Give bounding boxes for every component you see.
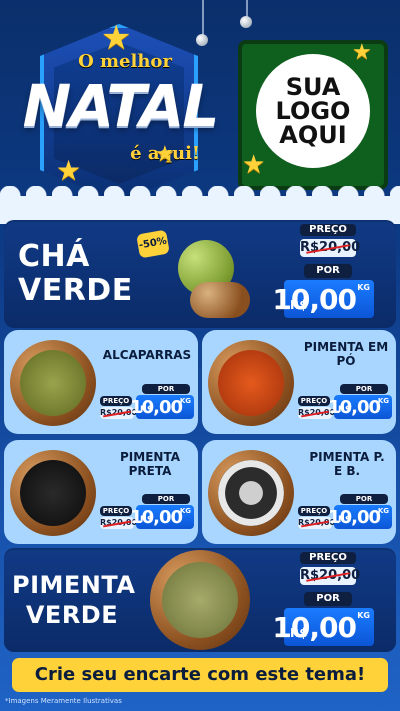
- star-icon: ★: [242, 150, 266, 180]
- pimenta-po-bowl: [208, 340, 294, 426]
- new-price: 10,00: [328, 507, 381, 528]
- new-price-box: R$ 10,00 KG: [272, 280, 374, 318]
- star-icon: ★: [155, 142, 175, 167]
- unit: KG: [179, 397, 191, 405]
- pimenta-po-fill: [218, 350, 284, 416]
- new-price-box: R$ 10,00 KG: [130, 395, 194, 419]
- ornament-icon: [196, 34, 208, 46]
- old-price: R$20,00: [100, 517, 137, 529]
- pimenta-pb-fill: [218, 460, 284, 526]
- pimenta-preta-title-line-2: PRETA: [128, 464, 172, 478]
- por-label: POR: [142, 494, 190, 504]
- pimenta-preta-title: PIMENTA PRETA: [104, 450, 196, 478]
- por-label: POR: [304, 592, 352, 606]
- price-label: PREÇO: [298, 396, 330, 406]
- natal-title: NATAL: [22, 72, 220, 140]
- pimenta-pb-title-line-1: PIMENTA P.: [309, 450, 385, 464]
- pimenta-preta-title-line-1: PIMENTA: [120, 450, 180, 464]
- pimenta-verde-title-line-2: VERDE: [25, 601, 119, 629]
- pimenta-po-title-line-1: PIMENTA EM: [303, 340, 389, 354]
- price-label: PREÇO: [298, 506, 330, 516]
- unit: KG: [377, 397, 389, 405]
- new-price: 10,00: [130, 397, 183, 418]
- new-price: 10,00: [272, 611, 357, 644]
- alcaparras-title: ALCAPARRAS: [102, 348, 192, 362]
- pimenta-pb-bowl: [208, 450, 294, 536]
- pimenta-preta-bowl: [10, 450, 96, 536]
- por-label: POR: [142, 384, 190, 394]
- logo-placeholder: SUA LOGO AQUI: [256, 54, 370, 168]
- new-price: 10,00: [130, 507, 183, 528]
- old-price: R$20,00: [100, 407, 137, 419]
- logo-text: SUA LOGO AQUI: [265, 75, 361, 147]
- pimenta-pb-title-line-2: E B.: [333, 464, 361, 478]
- star-icon: ★: [352, 40, 372, 65]
- new-price-box: R$ 10,00 KG: [272, 608, 374, 646]
- alcaparras-bowl: [10, 340, 96, 426]
- new-price: 10,00: [272, 283, 357, 316]
- ornament-icon: [240, 16, 252, 28]
- alcaparras-fill: [20, 350, 86, 416]
- unit: KG: [179, 507, 191, 515]
- old-price: R$20,00: [298, 517, 335, 529]
- pimenta-po-title: PIMENTA EM PÓ: [298, 340, 394, 368]
- pimenta-verde-title-line-1: PIMENTA: [12, 571, 136, 599]
- logo-line-2: LOGO: [275, 97, 351, 125]
- new-price: 10,00: [328, 397, 381, 418]
- por-label: POR: [340, 384, 388, 394]
- cha-verde-title: CHÁ VERDE: [18, 240, 133, 308]
- price-label: PREÇO: [300, 224, 356, 236]
- logo-line-1: SUA: [285, 73, 341, 101]
- unit: KG: [357, 611, 370, 620]
- unit: KG: [357, 283, 370, 292]
- pimenta-verde-fill: [162, 562, 238, 638]
- star-icon: ★: [56, 154, 82, 187]
- logo-line-3: AQUI: [279, 121, 347, 149]
- new-price-box: R$ 10,00 KG: [328, 395, 392, 419]
- pimenta-verde-title: PIMENTA VERDE: [12, 570, 136, 630]
- old-price: R$20,00: [300, 567, 360, 585]
- cha-verde-title-line-2: VERDE: [18, 273, 133, 308]
- price-label: PREÇO: [100, 396, 132, 406]
- star-icon: ★: [101, 18, 132, 58]
- cta-banner[interactable]: Crie seu encarte com este tema!: [12, 658, 388, 692]
- pimenta-pb-title: PIMENTA P. E B.: [300, 450, 394, 478]
- pimenta-verde-bowl: [150, 550, 250, 650]
- unit: KG: [377, 507, 389, 515]
- new-price-box: R$ 10,00 KG: [130, 505, 194, 529]
- new-price-box: R$ 10,00 KG: [328, 505, 392, 529]
- spoon-image: [190, 282, 250, 318]
- old-price: R$20,00: [298, 407, 335, 419]
- disclaimer-text: *Imagens Meramente Ilustrativas: [5, 697, 122, 705]
- price-label: PREÇO: [100, 506, 132, 516]
- por-label: POR: [304, 264, 352, 278]
- por-label: POR: [340, 494, 388, 504]
- price-label: PREÇO: [300, 552, 356, 564]
- pimenta-po-title-line-2: PÓ: [336, 354, 356, 368]
- pimenta-preta-fill: [20, 460, 86, 526]
- cha-verde-title-line-1: CHÁ: [18, 239, 90, 274]
- old-price: R$20,00: [300, 239, 360, 257]
